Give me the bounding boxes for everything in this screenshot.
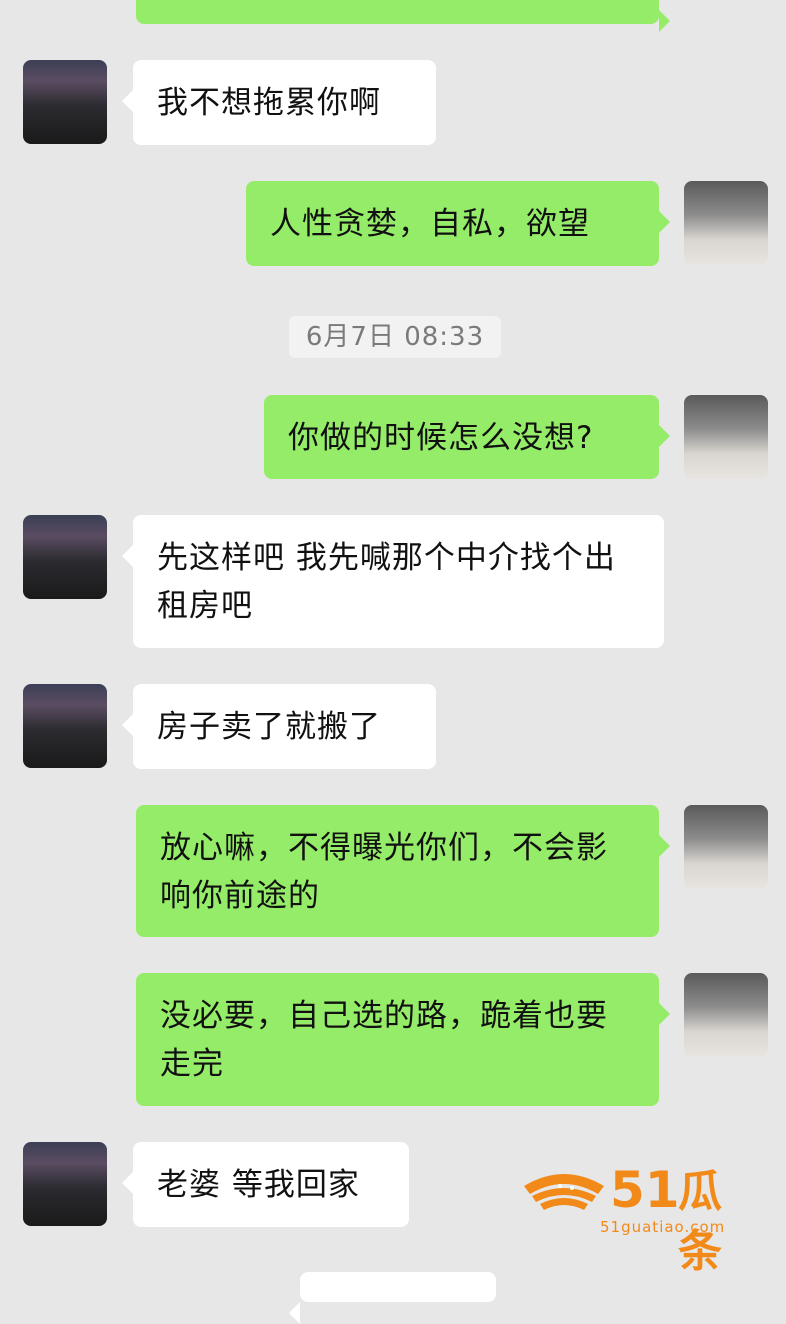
message-text: 房子卖了就搬了 [157,709,381,745]
message-bubble-incoming[interactable]: 老婆 等我回家 [122,1142,409,1227]
message-bubble-outgoing[interactable]: 你做的时候怎么没想? [264,395,670,479]
message-bubble-outgoing[interactable]: 没必要，自己选的路，跪着也要走完 [136,973,670,1106]
message-text: 老婆 等我回家 [157,1167,360,1203]
user-avatar[interactable] [684,973,768,1057]
watermelon-logo-icon [524,1174,604,1210]
message-text: 没必要，自己选的路，跪着也要走完 [160,998,608,1082]
message-bubble-outgoing[interactable]: 人性贪婪，自私，欲望 [246,181,670,266]
message-text: 你做的时候怎么没想? [288,420,594,456]
watermark-url: 51guatiao.com [600,1218,726,1236]
message-text: 人性贪婪，自私，欲望 [270,206,590,242]
message-bubble-incoming[interactable]: 我不想拖累你啊 [122,60,436,145]
chat-timestamp: 6月7日 08:33 [289,316,501,358]
message-text: 我不想拖累你啊 [157,85,381,121]
message-bubble-incoming[interactable]: 房子卖了就搬了 [122,684,436,769]
contact-avatar[interactable] [23,60,107,144]
message-bubble-incoming[interactable]: 先这样吧 我先喊那个中介找个出租房吧 [122,515,664,648]
watermark-number: 51 [610,1161,680,1219]
user-avatar[interactable] [684,805,768,889]
message-bubble-outgoing[interactable]: 放心嘛，不得曝光你们，不会影响你前途的 [136,805,670,937]
message-bubble-partial[interactable] [289,1272,496,1324]
user-avatar[interactable] [684,395,768,479]
watermark: 51 瓜条 51guatiao.com [520,1160,760,1277]
message-text: 先这样吧 我先喊那个中介找个出租房吧 [157,540,616,624]
message-bubble-partial[interactable] [136,0,670,32]
contact-avatar[interactable] [23,684,107,768]
contact-avatar[interactable] [23,1142,107,1226]
message-text: 放心嘛，不得曝光你们，不会影响你前途的 [160,830,608,914]
user-avatar[interactable] [684,181,768,265]
contact-avatar[interactable] [23,515,107,599]
